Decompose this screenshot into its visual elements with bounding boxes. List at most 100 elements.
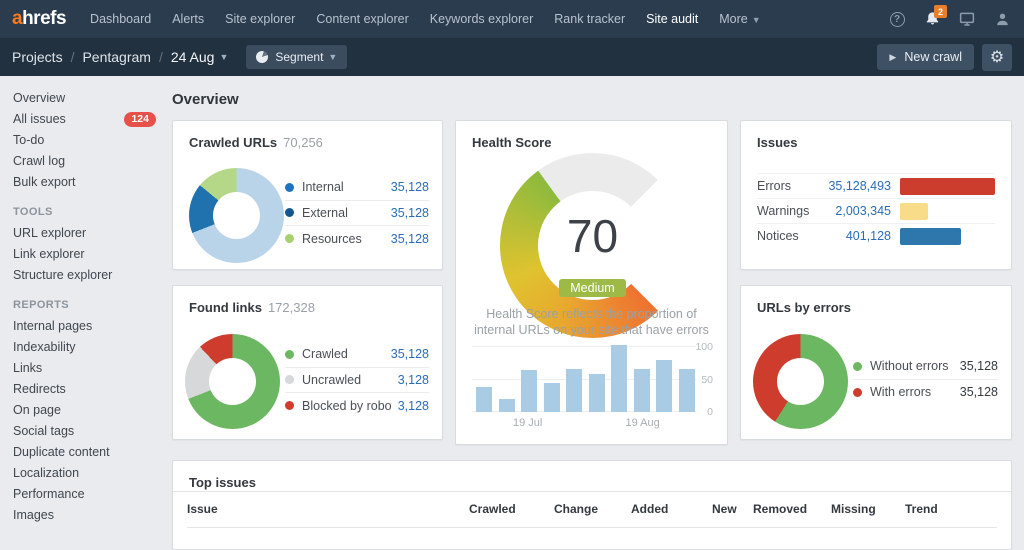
sidebar-item-crawl-log[interactable]: Crawl log (0, 151, 168, 172)
logo-a: a (12, 8, 22, 29)
crawl-date-dropdown[interactable]: 24 Aug ▼ (171, 49, 229, 65)
trend-bar (611, 345, 627, 412)
urls-by-errors-donut-chart (753, 334, 848, 429)
sidebar-item-images[interactable]: Images (0, 505, 168, 526)
column-header-removed[interactable]: Removed (753, 502, 807, 516)
breadcrumb-separator: / (71, 49, 75, 65)
sidebar-item-social-tags[interactable]: Social tags (0, 421, 168, 442)
legend-row-without-errors[interactable]: Without errors35,128 (853, 354, 998, 380)
column-header-change[interactable]: Change (554, 502, 598, 516)
crawled-urls-total: 70,256 (283, 135, 323, 150)
nav-item-alerts[interactable]: Alerts (172, 12, 204, 26)
sidebar-item-internal-pages[interactable]: Internal pages (0, 316, 168, 337)
issues-title: Issues (757, 135, 797, 150)
chevron-down-icon: ▼ (328, 52, 337, 62)
legend-value-link[interactable]: 35,128 (391, 347, 429, 361)
sidebar-item-redirects[interactable]: Redirects (0, 379, 168, 400)
legend-value-link[interactable]: 35,128 (391, 206, 429, 220)
legend-dot-icon (285, 350, 294, 359)
legend-dot-icon (853, 362, 862, 371)
issue-label: Errors (757, 179, 817, 193)
legend-label: Resources (302, 232, 385, 246)
legend-row-blocked-by-robots-txt[interactable]: Blocked by robots.txt3,128 (285, 393, 429, 419)
found-links-total: 172,328 (268, 300, 315, 315)
sidebar-item-links[interactable]: Links (0, 358, 168, 379)
notifications-button[interactable]: 2 (922, 9, 942, 29)
nav-item-dashboard[interactable]: Dashboard (90, 12, 151, 26)
account-button[interactable] (992, 9, 1012, 29)
help-button[interactable]: ? (887, 9, 907, 29)
urls-by-errors-title: URLs by errors (757, 300, 851, 315)
nav-item-more[interactable]: More▼ (719, 12, 760, 26)
legend-dot-icon (853, 388, 862, 397)
academy-button[interactable] (957, 9, 977, 29)
sidebar-item-structure-explorer[interactable]: Structure explorer (0, 265, 168, 286)
sidebar-item-to-do[interactable]: To-do (0, 130, 168, 151)
nav-item-content-explorer[interactable]: Content explorer (316, 12, 408, 26)
trend-bar (499, 399, 515, 412)
sidebar-item-link-explorer[interactable]: Link explorer (0, 244, 168, 265)
legend-value-link[interactable]: 35,128 (391, 180, 429, 194)
sidebar-item-all-issues[interactable]: All issues124 (0, 109, 168, 130)
column-header-crawled[interactable]: Crawled (469, 502, 516, 516)
health-score-title: Health Score (472, 135, 551, 150)
legend-row-internal[interactable]: Internal 35,128 (285, 175, 429, 201)
y-axis-label: 50 (687, 374, 713, 386)
issue-value-link[interactable]: 401,128 (817, 229, 891, 243)
card-title-text: Top issues (189, 475, 256, 490)
rating-label: Medium (559, 279, 625, 297)
legend-value-link[interactable]: 35,128 (391, 232, 429, 246)
segment-pie-icon (256, 51, 268, 63)
legend-row-uncrawled[interactable]: Uncrawled3,128 (285, 368, 429, 394)
trend-bar (544, 383, 560, 412)
new-crawl-button[interactable]: ▶ New crawl (877, 44, 974, 70)
card-title-text: URLs by errors (757, 300, 851, 315)
topbar-icons: ? 2 (887, 9, 1012, 29)
legend-value-link[interactable]: 35,128 (960, 385, 998, 399)
legend-value-link[interactable]: 3,128 (398, 399, 429, 413)
sidebar-section-tools: TOOLS (0, 202, 168, 223)
sidebar-item-url-explorer[interactable]: URL explorer (0, 223, 168, 244)
sidebar-item-indexability[interactable]: Indexability (0, 337, 168, 358)
legend-row-crawled[interactable]: Crawled35,128 (285, 342, 429, 368)
ahrefs-logo[interactable]: ahrefs (12, 8, 66, 30)
column-header-missing[interactable]: Missing (831, 502, 876, 516)
health-score-rating-badge: Medium (500, 279, 685, 297)
nav-item-site-explorer[interactable]: Site explorer (225, 12, 295, 26)
sidebar-item-localization[interactable]: Localization (0, 463, 168, 484)
legend-value-link[interactable]: 3,128 (398, 373, 429, 387)
gear-icon: ⚙ (990, 49, 1004, 65)
page-title: Overview (172, 91, 239, 108)
column-header-new[interactable]: New (712, 502, 737, 516)
found-links-card: Found links172,328 Crawled35,128Uncrawle… (172, 285, 443, 440)
breadcrumb-projects[interactable]: Projects (12, 49, 63, 65)
legend-row-external[interactable]: External 35,128 (285, 201, 429, 227)
sidebar-item-performance[interactable]: Performance (0, 484, 168, 505)
legend-value-link[interactable]: 35,128 (960, 359, 998, 373)
nav-item-rank-tracker[interactable]: Rank tracker (554, 12, 625, 26)
legend-row-resources[interactable]: Resources 35,128 (285, 226, 429, 252)
trend-bar (521, 370, 537, 412)
settings-button[interactable]: ⚙ (982, 44, 1012, 71)
legend-label: Internal (302, 180, 385, 194)
column-header-trend[interactable]: Trend (905, 502, 938, 516)
column-header-issue[interactable]: Issue (187, 502, 218, 516)
legend-row-with-errors[interactable]: With errors35,128 (853, 380, 998, 406)
issue-bar (900, 178, 995, 195)
segment-button[interactable]: Segment ▼ (246, 45, 347, 69)
issue-value-link[interactable]: 35,128,493 (817, 179, 891, 193)
breadcrumb-project-name[interactable]: Pentagram (82, 49, 150, 65)
sidebar-item-on-page[interactable]: On page (0, 400, 168, 421)
issue-row-notices: Notices401,128 (757, 223, 995, 248)
trend-bar (589, 374, 605, 412)
legend-label: External (302, 206, 385, 220)
nav-item-site-audit[interactable]: Site audit (646, 12, 698, 26)
sidebar-item-overview[interactable]: Overview (0, 88, 168, 109)
nav-item-keywords-explorer[interactable]: Keywords explorer (430, 12, 534, 26)
segment-label: Segment (275, 50, 323, 64)
sidebar-item-bulk-export[interactable]: Bulk export (0, 172, 168, 193)
issue-value-link[interactable]: 2,003,345 (817, 204, 891, 218)
sidebar-item-duplicate-content[interactable]: Duplicate content (0, 442, 168, 463)
column-header-added[interactable]: Added (631, 502, 668, 516)
issue-row-warnings: Warnings2,003,345 (757, 198, 995, 223)
